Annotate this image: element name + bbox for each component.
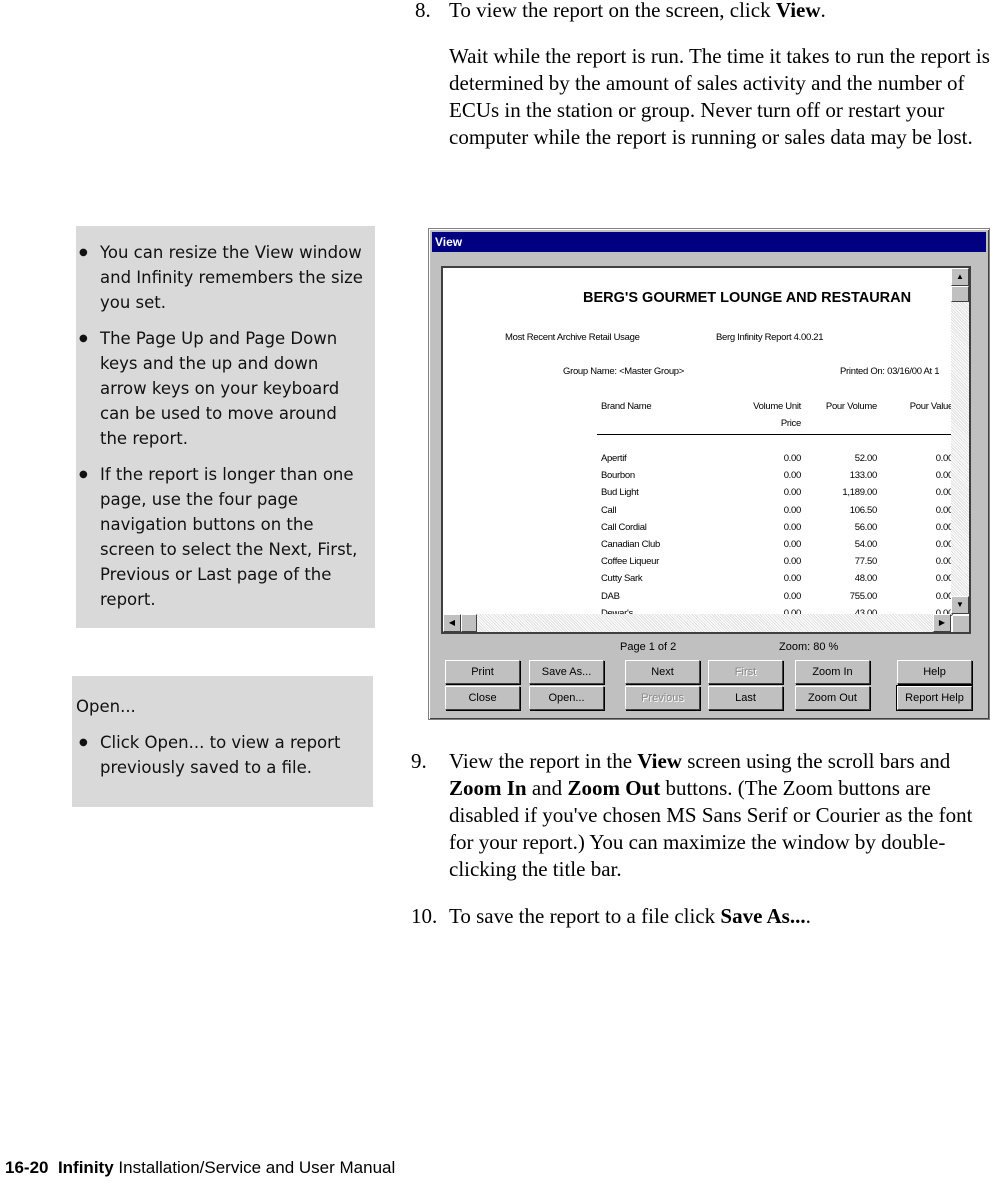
scroll-corner — [953, 616, 969, 632]
report-title: BERG'S GOURMET LOUNGE AND RESTAURAN — [583, 290, 912, 306]
last-button[interactable]: Last — [708, 686, 783, 710]
report-cell: 48.00 — [854, 573, 878, 585]
report-help-button[interactable]: Report Help — [896, 685, 973, 711]
step-text: View the report in the — [449, 749, 638, 773]
report-cell: 0.00 — [783, 573, 802, 585]
report-cell: 0.00 — [783, 556, 802, 568]
zoom-in-button[interactable]: Zoom In — [795, 660, 870, 684]
scroll-down-button[interactable]: ▼ — [951, 596, 969, 614]
report-cell: 54.00 — [854, 539, 878, 550]
column-header: Brand Name — [601, 401, 652, 412]
help-button[interactable]: Help — [897, 660, 972, 684]
step-9: View the report in the View screen using… — [449, 748, 996, 883]
step-text: and — [526, 776, 568, 800]
zoom-indicator: Zoom: 80 % — [779, 641, 839, 653]
step-8-paragraph: Wait while the report is run. The time i… — [449, 44, 990, 149]
report-subtitle: Most Recent Archive Retail Usage — [505, 332, 640, 343]
report-brand: Canadian Club — [601, 539, 660, 550]
report-cell: 0.00 — [783, 504, 802, 516]
report-group: Group Name: <Master Group> — [563, 366, 685, 377]
report-brand: Bourbon — [601, 470, 635, 482]
open-tip-title: Open... — [76, 697, 136, 716]
step-text: To view the report on the screen, click — [449, 0, 776, 22]
manual-page: 8. To view the report on the screen, cli… — [0, 0, 996, 1182]
scroll-up-button[interactable]: ▲ — [951, 268, 969, 286]
report-cell: 1,189.00 — [842, 487, 877, 499]
column-header: Pour Volume — [825, 401, 877, 412]
step-bold: View — [637, 749, 682, 773]
column-header: Price — [780, 418, 801, 429]
footer-page-number: 16-20 — [5, 1158, 49, 1177]
zoom-out-button[interactable]: Zoom Out — [795, 686, 870, 710]
step-text: . — [805, 904, 811, 928]
report-cell: 106.50 — [849, 504, 878, 516]
open-button[interactable]: Open... — [529, 686, 604, 710]
step-10: To save the report to a file click Save … — [449, 903, 996, 930]
previous-button[interactable]: Previous — [625, 686, 700, 710]
scroll-left-button[interactable]: ◀ — [443, 614, 461, 632]
tip-item: If the report is longer than one page, u… — [76, 462, 367, 612]
tip-item: Click Open... to view a report previousl… — [76, 730, 365, 780]
report-brand: Call — [601, 504, 617, 516]
step-bold: Save As... — [720, 904, 806, 928]
next-button[interactable]: Next — [625, 660, 700, 684]
report-cell: 52.00 — [854, 453, 878, 464]
step-bold: Zoom In — [449, 776, 527, 800]
report-cell: 77.50 — [854, 556, 878, 568]
page-indicator: Page 1 of 2 — [620, 641, 677, 653]
footer-title: Installation/Service and User Manual — [118, 1158, 396, 1177]
footer-product: Infinity — [57, 1158, 114, 1177]
footer: 16-20 Infinity Installation/Service and … — [5, 1158, 395, 1178]
horizontal-scrollbar[interactable]: ◀ ▶ — [443, 614, 951, 632]
report-brand: Coffee Liqueur — [601, 556, 659, 568]
step-text: . — [820, 0, 826, 22]
report-cell: 0.00 — [783, 453, 802, 464]
report-brand: Bud Light — [601, 487, 639, 499]
report-version: Berg Infinity Report 4.00.21 — [716, 332, 824, 343]
step-number: 8. — [415, 0, 431, 22]
report-cell: 0.00 — [783, 539, 802, 550]
report-cell: 0.00 — [783, 590, 802, 602]
window-title-bar[interactable]: View — [432, 232, 986, 252]
report-cell: 56.00 — [854, 521, 878, 533]
step-number: 10. — [411, 904, 438, 928]
open-tip-box: Open... Click Open... to view a report p… — [72, 676, 373, 807]
hscroll-thumb[interactable] — [461, 614, 477, 632]
tip-item: You can resize the View window and Infin… — [76, 240, 367, 315]
tip-item: The Page Up and Page Down keys and the u… — [76, 326, 367, 451]
step-text: To save the report to a file click — [449, 904, 721, 928]
step-bold: Zoom Out — [567, 776, 661, 800]
scroll-right-button[interactable]: ▶ — [933, 614, 951, 632]
report-brand: Cutty Sark — [601, 573, 643, 585]
report-printed: Printed On: 03/16/00 At 1 — [840, 366, 940, 377]
report-cell: 0.00 — [783, 487, 802, 499]
step-text: screen using the scroll bars and — [681, 749, 951, 773]
header-divider — [597, 434, 957, 435]
column-header: Pour Value — [909, 401, 954, 412]
report-brand: Apertif — [601, 453, 627, 464]
report-cell: 133.00 — [849, 470, 878, 482]
scroll-thumb[interactable] — [951, 286, 969, 302]
report-brand: DAB — [601, 590, 620, 602]
close-button[interactable]: Close — [445, 686, 520, 710]
view-window: View BERG'S GOURMET LOUNGE AND RESTAURAN… — [428, 228, 990, 720]
save-as-button[interactable]: Save As... — [529, 660, 604, 684]
column-header: Volume Unit — [753, 401, 801, 412]
vertical-scrollbar[interactable]: ▲ ▼ — [951, 268, 969, 614]
step-8: To view the report on the screen, click … — [449, 0, 996, 24]
step-number: 9. — [411, 749, 427, 773]
report-cell: 0.00 — [783, 521, 802, 533]
report-brand: Call Cordial — [601, 521, 647, 533]
step-bold: View — [775, 0, 821, 22]
tips-box: You can resize the View window and Infin… — [76, 226, 375, 628]
report-cell: 755.00 — [849, 590, 878, 602]
report-cell: 0.00 — [783, 470, 802, 482]
print-button[interactable]: Print — [445, 660, 520, 684]
report-viewport[interactable]: BERG'S GOURMET LOUNGE AND RESTAURAN Most… — [441, 266, 971, 634]
first-button[interactable]: First — [708, 660, 783, 684]
